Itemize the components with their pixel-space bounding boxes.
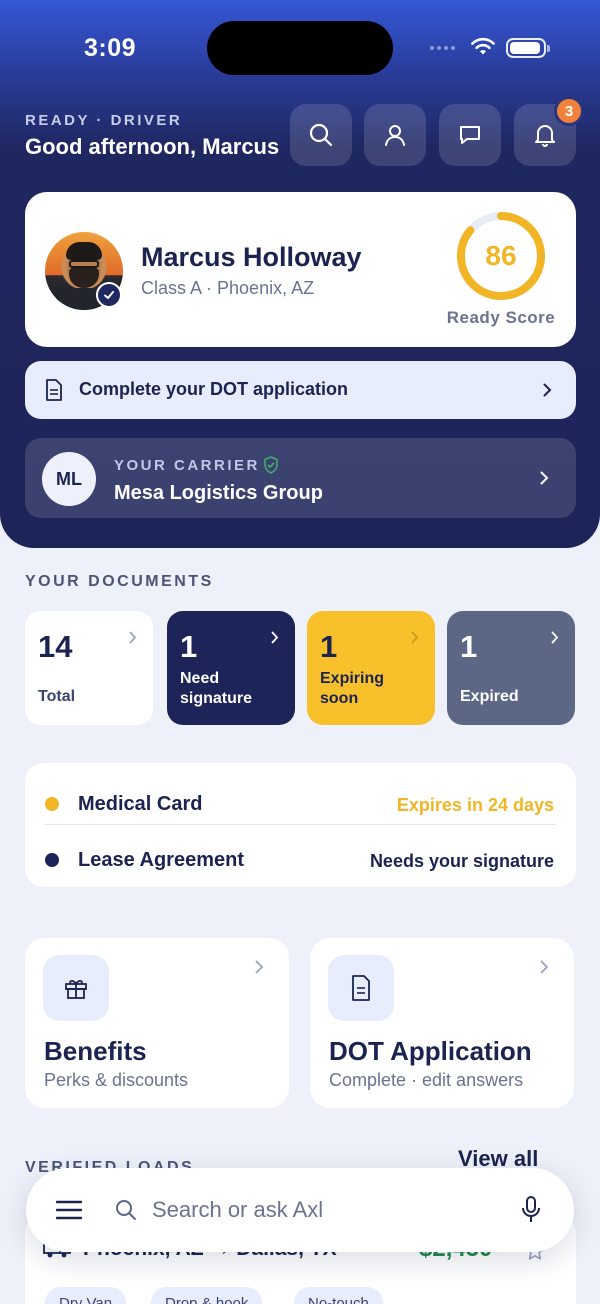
carrier-label: YOUR CARRIER [114, 457, 260, 474]
tile-count: 1 [460, 629, 478, 664]
list-item[interactable]: Lease Agreement Needs your signature [25, 827, 576, 883]
document-alerts-list: Medical Card Expires in 24 days Lease Ag… [25, 763, 576, 887]
dynamic-island [207, 21, 393, 75]
driver-name: Marcus Holloway [141, 242, 362, 272]
card-subtitle: Perks & discounts [44, 1070, 189, 1090]
document-status: Needs your signature [369, 851, 554, 871]
verified-check-icon [96, 282, 122, 308]
tile-count: 1 [320, 629, 338, 664]
shield-check-icon [264, 456, 278, 474]
document-icon [328, 955, 394, 1021]
chevron-right-icon [129, 631, 137, 644]
document-name: Medical Card [78, 793, 203, 815]
chevron-right-icon [540, 960, 549, 974]
notifications-button[interactable]: 3 [514, 96, 584, 166]
notification-badge: 3 [554, 96, 584, 126]
chevron-right-icon [255, 960, 264, 974]
cellular-signal-icon [430, 46, 455, 50]
profile-button[interactable] [364, 104, 426, 166]
search-icon [116, 1200, 136, 1220]
chevron-right-icon [540, 471, 549, 485]
battery-icon [506, 38, 550, 58]
card-title: DOT Application [329, 1036, 532, 1066]
chevron-right-icon [551, 631, 559, 644]
messages-button[interactable] [439, 104, 501, 166]
dot-application-banner[interactable]: Complete your DOT application [25, 361, 576, 419]
status-time: 3:09 [84, 34, 137, 62]
document-name: Lease Agreement [78, 849, 244, 871]
search-input[interactable]: Search or ask Axl [152, 1197, 323, 1223]
chat-icon [460, 126, 480, 144]
menu-icon[interactable] [56, 1199, 82, 1221]
gift-icon [43, 955, 109, 1021]
carrier-card[interactable]: ML YOUR CARRIER Mesa Logistics Group [25, 438, 576, 518]
dot-banner-text: Complete your DOT application [79, 379, 349, 399]
tile-count: 14 [38, 629, 73, 664]
carrier-name: Mesa Logistics Group [114, 482, 323, 504]
driver-subtitle: Class A · Phoenix, AZ [141, 278, 315, 298]
dot-application-card[interactable]: DOT Application Complete · edit answers [310, 938, 574, 1108]
ready-score-value: 86 [485, 240, 517, 271]
card-subtitle: Complete · edit answers [329, 1070, 524, 1090]
carrier-avatar: ML [42, 452, 96, 506]
benefits-card[interactable]: Benefits Perks & discounts [25, 938, 289, 1108]
documents-need-signature-tile[interactable]: 1 Need signature [167, 611, 295, 725]
person-icon [385, 125, 405, 146]
search-button[interactable] [290, 104, 352, 166]
tile-label: Expired [460, 688, 519, 705]
tile-label: Total [38, 688, 76, 705]
card-title: Benefits [44, 1036, 147, 1066]
document-icon [46, 379, 62, 401]
search-bar[interactable]: Search or ask Axl [26, 1168, 574, 1252]
microphone-icon[interactable] [520, 1195, 542, 1225]
chevron-right-icon [411, 631, 419, 644]
status-dot [45, 853, 59, 867]
tile-label: Expiring soon [320, 670, 385, 707]
documents-expiring-tile[interactable]: 1 Expiring soon [307, 611, 435, 725]
documents-total-tile[interactable]: 14 Total [25, 611, 153, 725]
documents-section-title: YOUR DOCUMENTS [25, 573, 214, 590]
list-item[interactable]: Medical Card Expires in 24 days [25, 771, 576, 827]
load-tag: Dry Van [45, 1287, 127, 1304]
tile-label: Need signature [180, 670, 253, 707]
chevron-right-icon [543, 383, 552, 397]
status-bar: 3:09 [0, 0, 600, 100]
greeting-title: Good afternoon, Marcus [25, 134, 280, 159]
driver-role-label: READY · DRIVER [25, 112, 183, 129]
documents-expired-tile[interactable]: 1 Expired [447, 611, 575, 725]
bell-icon [535, 125, 555, 147]
document-status: Expires in 24 days [396, 795, 554, 815]
divider [45, 824, 556, 825]
load-tag: No-touch [294, 1287, 383, 1304]
tile-count: 1 [180, 629, 198, 664]
profile-card[interactable]: Marcus Holloway Class A · Phoenix, AZ 86… [25, 192, 576, 347]
chevron-right-icon [271, 631, 279, 644]
load-tag: Drop & hook [151, 1287, 263, 1304]
wifi-icon [471, 37, 495, 55]
search-icon [309, 123, 333, 147]
ready-score-label: Ready Score [446, 308, 556, 327]
status-dot [45, 797, 59, 811]
